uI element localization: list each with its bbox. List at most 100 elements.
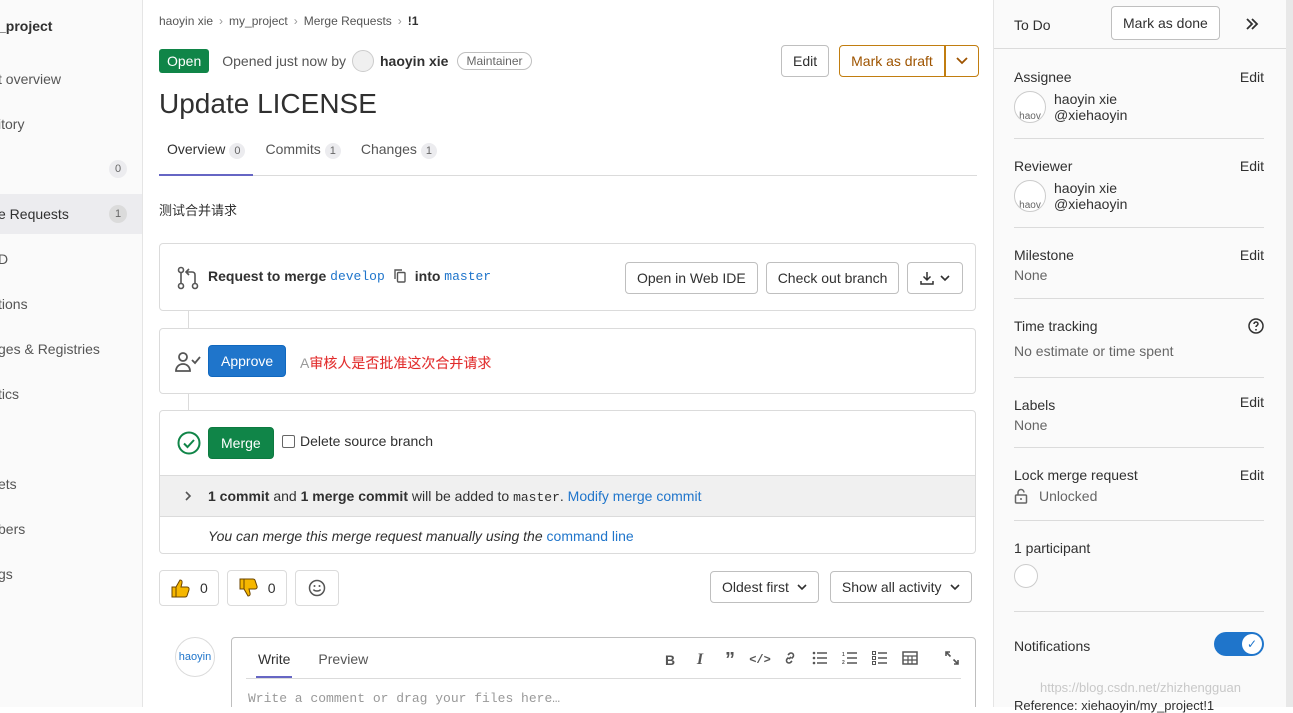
thumbs-down-button[interactable]: 0	[226, 570, 287, 606]
numbered-list-icon[interactable]: 12	[835, 651, 865, 668]
modify-merge-commit-link[interactable]: Modify merge commit	[568, 488, 702, 504]
nav-item-snippets[interactable]: ets	[0, 464, 142, 504]
nav-item-cicd[interactable]: D	[0, 239, 142, 279]
copy-icon[interactable]	[393, 268, 407, 284]
delete-source-branch[interactable]: Delete source branch	[282, 433, 433, 449]
chevron-right-icon: ›	[293, 14, 298, 28]
quote-icon[interactable]: ”	[715, 650, 745, 670]
assignee-edit-link[interactable]: Edit	[1240, 69, 1264, 85]
code-icon[interactable]: </>	[745, 653, 775, 667]
mr-tabs: Overview 0 Commits 1 Changes 1	[159, 130, 977, 176]
download-dropdown-button[interactable]	[907, 262, 964, 294]
assignee-user[interactable]: haov haoyin xie @xiehaoyin	[1014, 91, 1264, 123]
commenter-avatar[interactable]: haoyin	[175, 637, 215, 677]
participant-avatar[interactable]	[1014, 564, 1038, 588]
task-list-icon[interactable]	[865, 651, 895, 668]
approve-button[interactable]: Approve	[208, 345, 287, 377]
table-icon[interactable]	[895, 651, 925, 668]
breadcrumb-user[interactable]: haoyin xie	[159, 14, 213, 28]
preview-tab[interactable]: Preview	[318, 638, 368, 678]
source-branch[interactable]: develop	[330, 269, 385, 284]
tab-commits[interactable]: Commits 1	[257, 130, 348, 176]
download-icon	[920, 272, 935, 285]
target-branch[interactable]: master	[444, 269, 491, 284]
nav-label: tions	[0, 296, 28, 312]
todo-section: To Do Mark as done	[1014, 6, 1264, 46]
reviewer-edit-link[interactable]: Edit	[1240, 158, 1264, 174]
activity-filter-dropdown[interactable]: Show all activity	[829, 571, 972, 603]
merge-button[interactable]: Merge	[208, 427, 274, 459]
mark-as-done-button[interactable]: Mark as done	[1111, 6, 1220, 40]
author-avatar[interactable]	[352, 50, 374, 72]
notifications-section: Notifications ✓	[1014, 632, 1264, 672]
thumbs-up-button[interactable]: 0	[159, 570, 219, 606]
sort-order-dropdown[interactable]: Oldest first	[710, 571, 819, 603]
right-sidebar: To Do Mark as done Assignee Edit haov ha…	[993, 0, 1293, 713]
lock-section: Lock merge request Edit Unlocked	[1014, 467, 1264, 521]
comment-textarea[interactable]: Write a comment or drag your files here…	[248, 691, 560, 706]
scrollbar[interactable]	[1286, 0, 1293, 707]
check-circle-icon	[176, 430, 202, 456]
tab-overview[interactable]: Overview 0	[159, 130, 254, 176]
lock-edit-link[interactable]: Edit	[1240, 467, 1264, 483]
main-content: haoyin xie › my_project › Merge Requests › !1 …	[143, 0, 993, 707]
left-sidebar: _project t overview itory 0 e Requests 1 …	[0, 0, 143, 707]
breadcrumb: haoyin xie › my_project › Merge Requests › !1	[159, 14, 418, 28]
breadcrumb-current[interactable]: !1	[408, 14, 419, 28]
tab-changes[interactable]: Changes 1	[353, 130, 445, 176]
delete-source-checkbox[interactable]	[282, 434, 295, 448]
italic-icon[interactable]: I	[685, 651, 715, 669]
watermark: https://blog.csdn.net/zhizhengguan	[1040, 680, 1241, 695]
nav-item-merge-requests[interactable]: e Requests 1	[0, 194, 142, 234]
nav-item-members[interactable]: bers	[0, 509, 142, 549]
reactions: 0 0	[159, 570, 347, 606]
collapse-sidebar-icon[interactable]	[1242, 14, 1262, 34]
open-web-ide-button[interactable]: Open in Web IDE	[625, 262, 758, 294]
nav-item-overview[interactable]: t overview	[0, 59, 142, 99]
chevron-down-icon	[940, 274, 950, 281]
nav-item-repository[interactable]: itory	[0, 104, 142, 144]
labels-label: Labels	[1014, 397, 1056, 413]
request-label: Request to merge	[208, 268, 327, 284]
milestone-value: None	[1014, 267, 1048, 283]
reviewer-user[interactable]: haov haoyin xie @xiehaoyin	[1014, 180, 1264, 212]
edit-button[interactable]: Edit	[781, 45, 830, 77]
thumbs-up-icon	[171, 579, 190, 598]
chevron-right-icon[interactable]	[182, 490, 194, 502]
labels-value: None	[1014, 417, 1048, 433]
labels-edit-link[interactable]: Edit	[1240, 394, 1264, 410]
nav-item-wiki[interactable]	[0, 419, 142, 459]
period: .	[559, 488, 564, 504]
help-icon[interactable]	[1248, 318, 1264, 334]
nav-label: tics	[0, 386, 19, 402]
link-icon[interactable]	[775, 650, 805, 669]
commit-info[interactable]: 1 commit and 1 merge commit will be adde…	[160, 475, 975, 517]
milestone-edit-link[interactable]: Edit	[1240, 247, 1264, 263]
command-line-link[interactable]: command line	[547, 528, 634, 544]
opened-text: Opened just now by	[222, 53, 346, 69]
breadcrumb-section[interactable]: Merge Requests	[304, 14, 392, 28]
activity-filter-label: Show all activity	[841, 579, 942, 595]
nav-item-settings[interactable]: gs	[0, 554, 142, 594]
approval-prefix: A	[300, 355, 310, 371]
bullet-list-icon[interactable]	[805, 651, 835, 668]
tab-label: Overview	[167, 141, 226, 157]
fullscreen-icon[interactable]	[937, 650, 967, 669]
bold-icon[interactable]: B	[655, 652, 685, 668]
check-out-branch-button[interactable]: Check out branch	[765, 262, 900, 294]
comment-editor: Write Preview B I ” </> 12 Write a comme…	[231, 637, 976, 707]
notifications-toggle[interactable]: ✓	[1214, 632, 1264, 656]
nav-item-packages[interactable]: ges & Registries	[0, 329, 142, 369]
draft-dropdown-button[interactable]	[944, 45, 979, 77]
check-icon: ✓	[1242, 634, 1262, 654]
add-reaction-button[interactable]	[294, 570, 339, 606]
nav-item-issues[interactable]: 0	[0, 149, 142, 189]
write-tab[interactable]: Write	[256, 638, 293, 678]
breadcrumb-project[interactable]: my_project	[229, 14, 288, 28]
mark-as-draft-button[interactable]: Mark as draft	[839, 45, 945, 77]
tab-count: 0	[229, 143, 246, 159]
project-name[interactable]: _project	[0, 18, 52, 34]
nav-item-operations[interactable]: tions	[0, 284, 142, 324]
nav-item-analytics[interactable]: tics	[0, 374, 142, 414]
author-name[interactable]: haoyin xie	[380, 53, 448, 69]
